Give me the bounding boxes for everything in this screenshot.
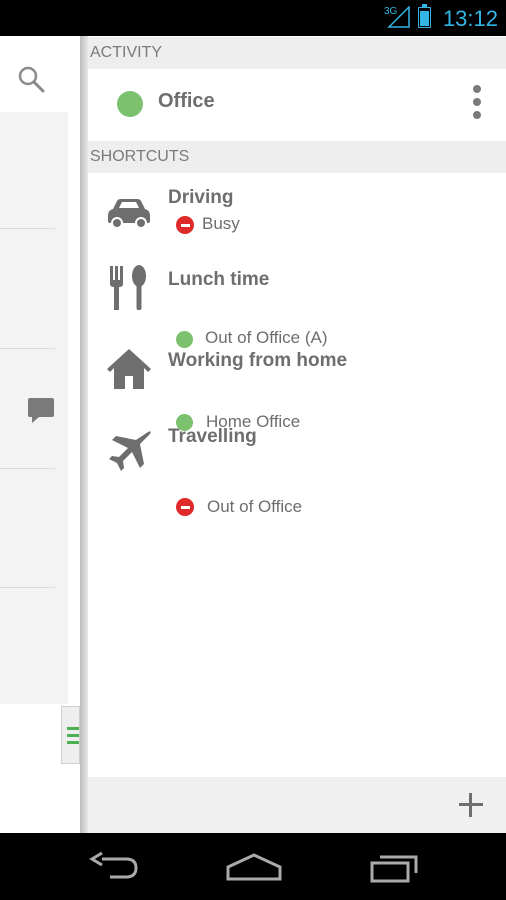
menu-icon bbox=[67, 727, 79, 748]
shortcut-title: Lunch time bbox=[168, 269, 270, 290]
house-icon bbox=[107, 349, 151, 389]
system-nav-bar bbox=[0, 833, 506, 900]
shortcut-working-from-home[interactable]: Working from home Home Office bbox=[88, 340, 506, 431]
status-drawer: ACTIVITY Office SHORTCUTS Driving Busy L… bbox=[88, 36, 506, 833]
background-panel bbox=[0, 36, 80, 833]
status-bar: 3G 13:12 bbox=[0, 0, 506, 36]
status-clock: 13:12 bbox=[442, 6, 498, 31]
signal-icon bbox=[387, 6, 410, 28]
shortcut-status: Busy bbox=[202, 214, 240, 233]
car-icon bbox=[108, 199, 150, 229]
drawer-bottom-bar bbox=[88, 777, 506, 833]
busy-status-icon bbox=[176, 498, 194, 516]
shortcut-status: Out of Office bbox=[207, 497, 303, 516]
divider bbox=[0, 468, 55, 469]
recent-apps-icon[interactable] bbox=[370, 849, 422, 885]
shortcut-travelling[interactable]: Travelling Out of Office bbox=[88, 422, 506, 516]
busy-status-icon bbox=[176, 216, 194, 234]
search-icon[interactable] bbox=[16, 64, 46, 94]
home-icon[interactable] bbox=[226, 849, 282, 885]
shortcut-title: Travelling bbox=[168, 426, 257, 447]
drawer-shadow bbox=[80, 36, 88, 833]
shortcut-title: Working from home bbox=[168, 350, 348, 371]
divider bbox=[0, 348, 55, 349]
fork-spoon-icon bbox=[110, 265, 146, 310]
shortcut-lunch-time[interactable]: Lunch time Out of Office (A) bbox=[88, 258, 506, 348]
shortcut-driving[interactable]: Driving Busy bbox=[88, 176, 506, 258]
battery-icon bbox=[418, 4, 431, 28]
current-activity-label: Office bbox=[158, 90, 215, 112]
airplane-icon bbox=[109, 431, 151, 471]
shortcuts-header: SHORTCUTS bbox=[88, 141, 506, 173]
divider bbox=[0, 587, 55, 588]
chat-icon[interactable] bbox=[27, 396, 55, 424]
add-shortcut-icon[interactable] bbox=[457, 791, 485, 819]
overflow-menu-icon[interactable] bbox=[470, 85, 484, 123]
drawer-handle[interactable] bbox=[61, 706, 80, 764]
divider bbox=[0, 228, 55, 229]
activity-header: ACTIVITY bbox=[88, 37, 506, 69]
shortcut-title: Driving bbox=[168, 187, 234, 208]
back-icon[interactable] bbox=[88, 849, 140, 885]
available-status-icon bbox=[117, 91, 143, 117]
current-activity[interactable] bbox=[88, 69, 506, 141]
